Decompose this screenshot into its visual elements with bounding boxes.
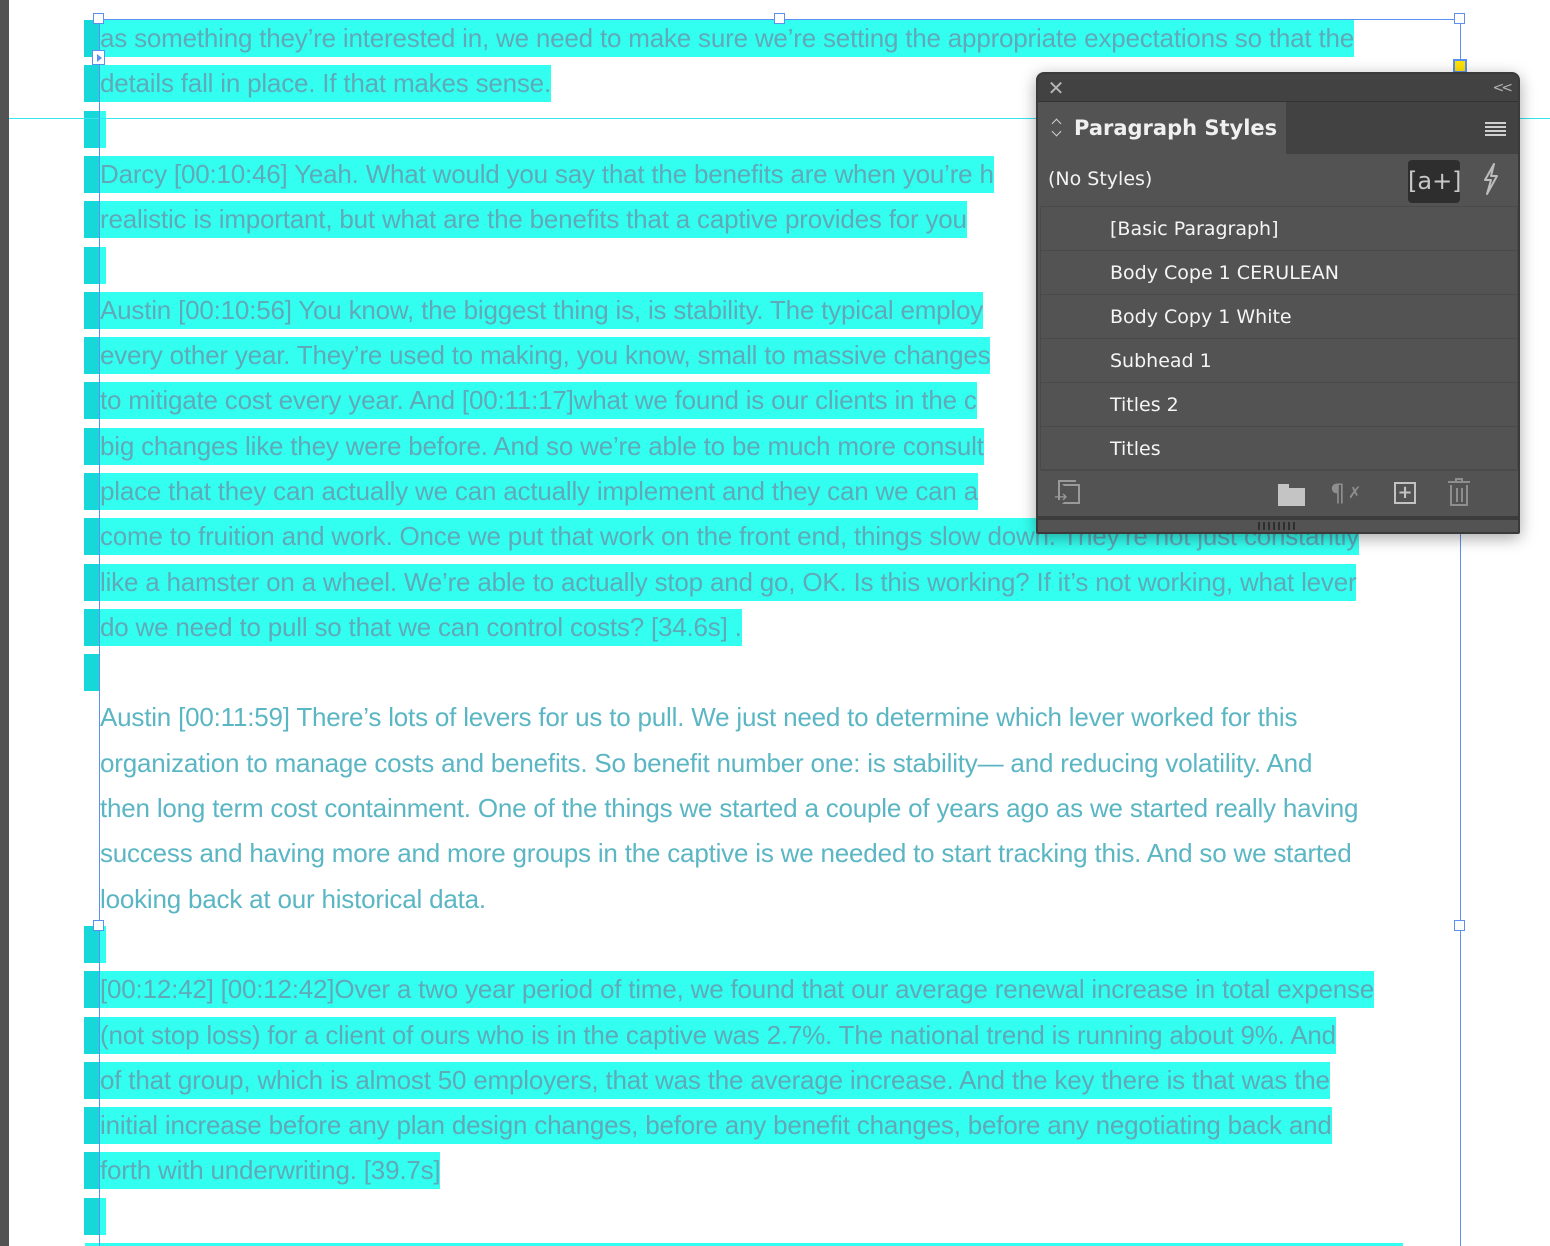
- selection-marker: [84, 564, 99, 601]
- empty-paragraph-selection: [84, 926, 106, 963]
- text-line[interactable]: every other year. They’re used to making…: [100, 336, 991, 374]
- panel-titlebar[interactable]: ✕ <<: [1038, 74, 1518, 102]
- trash-icon[interactable]: [1448, 478, 1470, 508]
- text-frame-border-left: [99, 19, 100, 1246]
- text-line[interactable]: (not stop loss) for a client of ours who…: [100, 1016, 1336, 1054]
- panel-resize-bar: [1038, 516, 1518, 532]
- text-line[interactable]: success and having more and more groups …: [100, 834, 1352, 872]
- expand-collapse-arrows-icon[interactable]: [1052, 118, 1064, 140]
- current-style-row: (No Styles) [a+]: [1038, 154, 1518, 204]
- folder-icon[interactable]: [1278, 478, 1306, 508]
- overset-out-port-icon[interactable]: [1453, 59, 1467, 73]
- style-item[interactable]: Body Cope 1 CERULEAN: [1041, 251, 1517, 295]
- paragraph-styles-panel: ✕ << Paragraph Styles (No Styles) [a+] […: [1036, 72, 1520, 534]
- pasteboard-edge: [0, 0, 9, 1246]
- style-item-label: Titles 2: [1110, 394, 1179, 416]
- frame-handle-middle-right[interactable]: [1454, 920, 1465, 931]
- resize-grip-handle[interactable]: [1258, 522, 1298, 530]
- frame-handle-middle-left[interactable]: [93, 920, 104, 931]
- selection-marker: [84, 292, 99, 329]
- style-item-label: Subhead 1: [1110, 350, 1212, 372]
- frame-handle-top-right[interactable]: [1454, 13, 1465, 24]
- clear-overrides-icon[interactable]: ¶ ✗: [1330, 478, 1366, 508]
- frame-handle-top-center[interactable]: [774, 13, 785, 24]
- tab-paragraph-styles[interactable]: Paragraph Styles: [1038, 102, 1286, 154]
- text-line[interactable]: details fall in place. If that makes sen…: [100, 64, 551, 102]
- text-line[interactable]: as something they’re interested in, we n…: [100, 19, 1354, 57]
- selection-marker: [84, 971, 99, 1008]
- style-item[interactable]: [Basic Paragraph]: [1041, 207, 1517, 251]
- empty-paragraph-selection: [84, 1198, 106, 1235]
- selection-marker: [84, 609, 99, 646]
- close-icon[interactable]: ✕: [1046, 77, 1066, 99]
- style-item-label: [Basic Paragraph]: [1110, 218, 1279, 240]
- selection-marker: [84, 382, 99, 419]
- new-style-icon[interactable]: +: [1394, 478, 1418, 508]
- text-line[interactable]: realistic is important, but what are the…: [100, 200, 967, 238]
- tab-label: Paragraph Styles: [1074, 116, 1278, 140]
- hamburger-menu-icon[interactable]: [1485, 122, 1506, 136]
- selection-marker: [84, 518, 99, 555]
- lightning-icon[interactable]: [1478, 162, 1504, 200]
- text-line[interactable]: do we need to pull so that we can contro…: [100, 608, 742, 646]
- selection-marker: [84, 1107, 99, 1144]
- current-style-label: (No Styles): [1048, 168, 1153, 190]
- style-item[interactable]: Subhead 1: [1041, 339, 1517, 383]
- empty-paragraph-selection: [84, 247, 106, 284]
- paragraph-style-list: [Basic Paragraph] Body Cope 1 CERULEAN Bod…: [1040, 206, 1518, 471]
- selection-marker: [84, 156, 99, 193]
- panel-tab-row: Paragraph Styles: [1038, 102, 1518, 154]
- selection-marker: [84, 1017, 99, 1054]
- text-line[interactable]: place that they can actually we can actu…: [100, 472, 978, 510]
- text-line[interactable]: Austin [00:11:59] There’s lots of levers…: [100, 698, 1297, 736]
- text-line[interactable]: forth with underwriting. [39.7s]: [100, 1151, 441, 1189]
- text-line[interactable]: big changes like they were before. And s…: [100, 427, 984, 465]
- text-line[interactable]: Darcy [00:10:46] Yeah. What would you sa…: [100, 155, 994, 193]
- style-item-label: Body Cope 1 CERULEAN: [1110, 262, 1339, 284]
- selection-marker: [84, 473, 99, 510]
- style-item[interactable]: Body Copy 1 White: [1041, 295, 1517, 339]
- text-line[interactable]: organization to manage costs and benefit…: [100, 744, 1312, 782]
- text-line[interactable]: looking back at our historical data.: [100, 880, 486, 918]
- style-item-label: Titles: [1110, 438, 1161, 460]
- selection-marker: [84, 1062, 99, 1099]
- empty-paragraph-selection: [84, 654, 106, 691]
- text-line[interactable]: to mitigate cost every year. And [00:11:…: [100, 381, 977, 419]
- text-line[interactable]: like a hamster on a wheel. We’re able to…: [100, 563, 1357, 601]
- style-item[interactable]: Titles 2: [1041, 383, 1517, 427]
- selection-marker: [84, 1152, 99, 1189]
- panel-footer: → ¶ ✗ +: [1038, 472, 1518, 516]
- load-styles-icon[interactable]: →: [1054, 478, 1082, 508]
- empty-paragraph-selection: [84, 111, 106, 148]
- text-line[interactable]: of that group, which is almost 50 employ…: [100, 1061, 1330, 1099]
- selection-marker: [84, 65, 99, 102]
- selection-marker: [84, 428, 99, 465]
- selection-marker: [84, 201, 99, 238]
- selection-marker: [84, 337, 99, 374]
- text-line[interactable]: initial increase before any plan design …: [100, 1106, 1332, 1144]
- style-item-label: Body Copy 1 White: [1110, 306, 1292, 328]
- text-line[interactable]: then long term cost containment. One of …: [100, 789, 1359, 827]
- style-item[interactable]: Titles: [1041, 427, 1517, 471]
- threaded-in-port-icon[interactable]: [92, 50, 105, 65]
- frame-handle-top-left[interactable]: [93, 13, 104, 24]
- quick-apply-icon: [1484, 163, 1498, 195]
- create-new-style-button[interactable]: [a+]: [1408, 160, 1462, 203]
- text-line[interactable]: [00:12:42] [00:12:42]Over a two year per…: [100, 970, 1374, 1008]
- collapse-panel-button[interactable]: <<: [1493, 77, 1514, 99]
- text-line[interactable]: Austin [00:10:56] You know, the biggest …: [100, 291, 983, 329]
